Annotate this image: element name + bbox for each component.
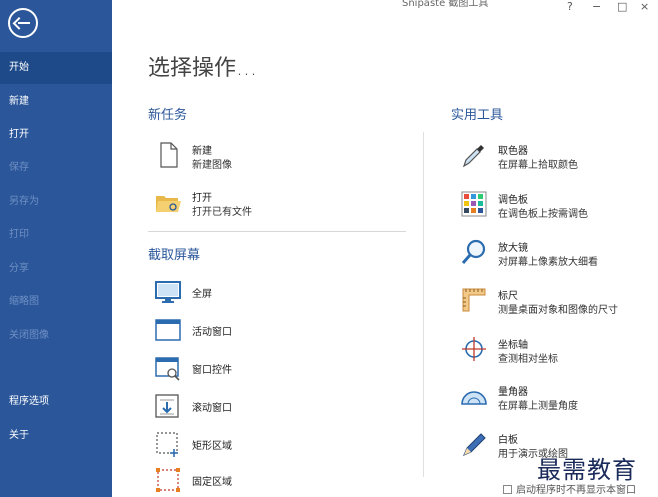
sidebar-item-new[interactable]: 新建 xyxy=(0,86,112,118)
window-control-icon xyxy=(154,354,182,382)
divider xyxy=(423,132,424,477)
rectangle-selection-icon xyxy=(154,430,182,458)
eyedropper-icon xyxy=(460,141,488,169)
item-description: 新建图像 xyxy=(192,160,232,171)
item-name: 打开 xyxy=(192,193,212,204)
item-name: 白板 xyxy=(498,435,518,446)
sidebar-item-print: 打印 xyxy=(9,229,29,240)
item-description: 打开已有文件 xyxy=(192,207,252,218)
window-title: Snipaste 截图工具 xyxy=(402,0,489,9)
sidebar-item-thumbnail: 缩略图 xyxy=(9,296,39,307)
item-label: 滚动窗口 xyxy=(192,403,232,414)
open-file-button[interactable]: 打开 打开已有文件 xyxy=(154,188,354,222)
window-icon xyxy=(154,316,182,344)
item-label: 全屏 xyxy=(192,289,212,300)
sidebar-item-save: 保存 xyxy=(9,162,29,173)
title-bar: Snipaste 截图工具 ? − □ × xyxy=(112,0,658,13)
item-description: 在屏幕上拾取颜色 xyxy=(498,160,578,171)
new-image-button[interactable]: 新建 新建图像 xyxy=(154,141,354,175)
tool-protractor-button[interactable]: 量角器 在屏幕上测量角度 xyxy=(460,382,650,416)
item-name: 调色板 xyxy=(498,195,528,206)
page-title: 选择操作... xyxy=(148,56,257,81)
help-icon[interactable]: ? xyxy=(567,0,573,13)
sidebar-item-start[interactable]: 开始 xyxy=(0,52,112,84)
item-name: 量角器 xyxy=(498,387,528,398)
sidebar: 开始 新建 打开 保存 另存为 打印 分享 缩略图 关闭图像 程序选项 关于 xyxy=(0,0,112,497)
maximize-icon[interactable]: □ xyxy=(617,0,627,13)
sidebar-item-options[interactable]: 程序选项 xyxy=(0,386,112,418)
folder-open-icon xyxy=(154,188,182,216)
capture-rectangle-button[interactable]: 矩形区域 xyxy=(154,430,354,464)
crosshair-icon xyxy=(460,335,488,363)
sidebar-item-save-as: 另存为 xyxy=(9,196,39,207)
tool-ruler-button[interactable]: 标尺 测量桌面对象和图像的尺寸 xyxy=(460,286,650,320)
magnifier-icon xyxy=(460,238,488,266)
item-description: 查测相对坐标 xyxy=(498,354,558,365)
pen-icon xyxy=(460,430,488,458)
capture-fullscreen-button[interactable]: 全屏 xyxy=(154,278,354,312)
item-description: 测量桌面对象和图像的尺寸 xyxy=(498,305,618,316)
section-title-capture: 截取屏幕 xyxy=(148,248,201,263)
fixed-region-icon xyxy=(154,466,182,494)
section-title-tools: 实用工具 xyxy=(451,108,504,123)
palette-icon xyxy=(460,190,488,218)
sidebar-item-open[interactable]: 打开 xyxy=(0,119,112,151)
item-description: 在调色板上按需调色 xyxy=(498,209,588,220)
item-name: 坐标轴 xyxy=(498,340,528,351)
watermark: 最需教育 xyxy=(537,456,637,484)
sidebar-item-share: 分享 xyxy=(9,263,29,274)
item-label: 窗口控件 xyxy=(192,365,232,376)
sidebar-item-about[interactable]: 关于 xyxy=(0,420,112,452)
scroll-window-icon xyxy=(154,392,182,420)
tool-coordinate-button[interactable]: 坐标轴 查测相对坐标 xyxy=(460,335,650,369)
close-icon[interactable]: × xyxy=(640,0,649,13)
tool-palette-button[interactable]: 调色板 在调色板上按需调色 xyxy=(460,190,650,224)
item-name: 放大镜 xyxy=(498,243,528,254)
sidebar-item-close-image: 关闭图像 xyxy=(9,330,49,341)
protractor-icon xyxy=(460,382,488,410)
section-title-new-task: 新任务 xyxy=(148,108,188,123)
capture-scroll-window-button[interactable]: 滚动窗口 xyxy=(154,392,354,426)
item-label: 矩形区域 xyxy=(192,441,232,452)
tool-magnifier-button[interactable]: 放大镜 对屏幕上像素放大细看 xyxy=(460,238,650,272)
monitor-icon xyxy=(154,278,182,306)
item-label: 固定区域 xyxy=(192,477,232,488)
blank-document-icon xyxy=(154,141,182,169)
divider xyxy=(148,231,406,232)
startup-checkbox[interactable] xyxy=(503,485,512,494)
capture-fixed-region-button[interactable]: 固定区域 xyxy=(154,466,354,497)
item-description: 在屏幕上测量角度 xyxy=(498,401,578,412)
back-arrow-icon[interactable] xyxy=(8,8,38,38)
tool-eyedropper-button[interactable]: 取色器 在屏幕上拾取颜色 xyxy=(460,141,650,175)
item-name: 标尺 xyxy=(498,291,518,302)
capture-active-window-button[interactable]: 活动窗口 xyxy=(154,316,354,350)
item-label: 活动窗口 xyxy=(192,327,232,338)
capture-window-control-button[interactable]: 窗口控件 xyxy=(154,354,354,388)
item-name: 新建 xyxy=(192,146,212,157)
startup-checkbox-label: 启动程序时不再显示本窗口 xyxy=(516,485,636,496)
item-name: 取色器 xyxy=(498,146,528,157)
item-description: 对屏幕上像素放大细看 xyxy=(498,257,598,268)
ruler-icon xyxy=(460,286,488,314)
minimize-icon[interactable]: − xyxy=(592,0,601,13)
